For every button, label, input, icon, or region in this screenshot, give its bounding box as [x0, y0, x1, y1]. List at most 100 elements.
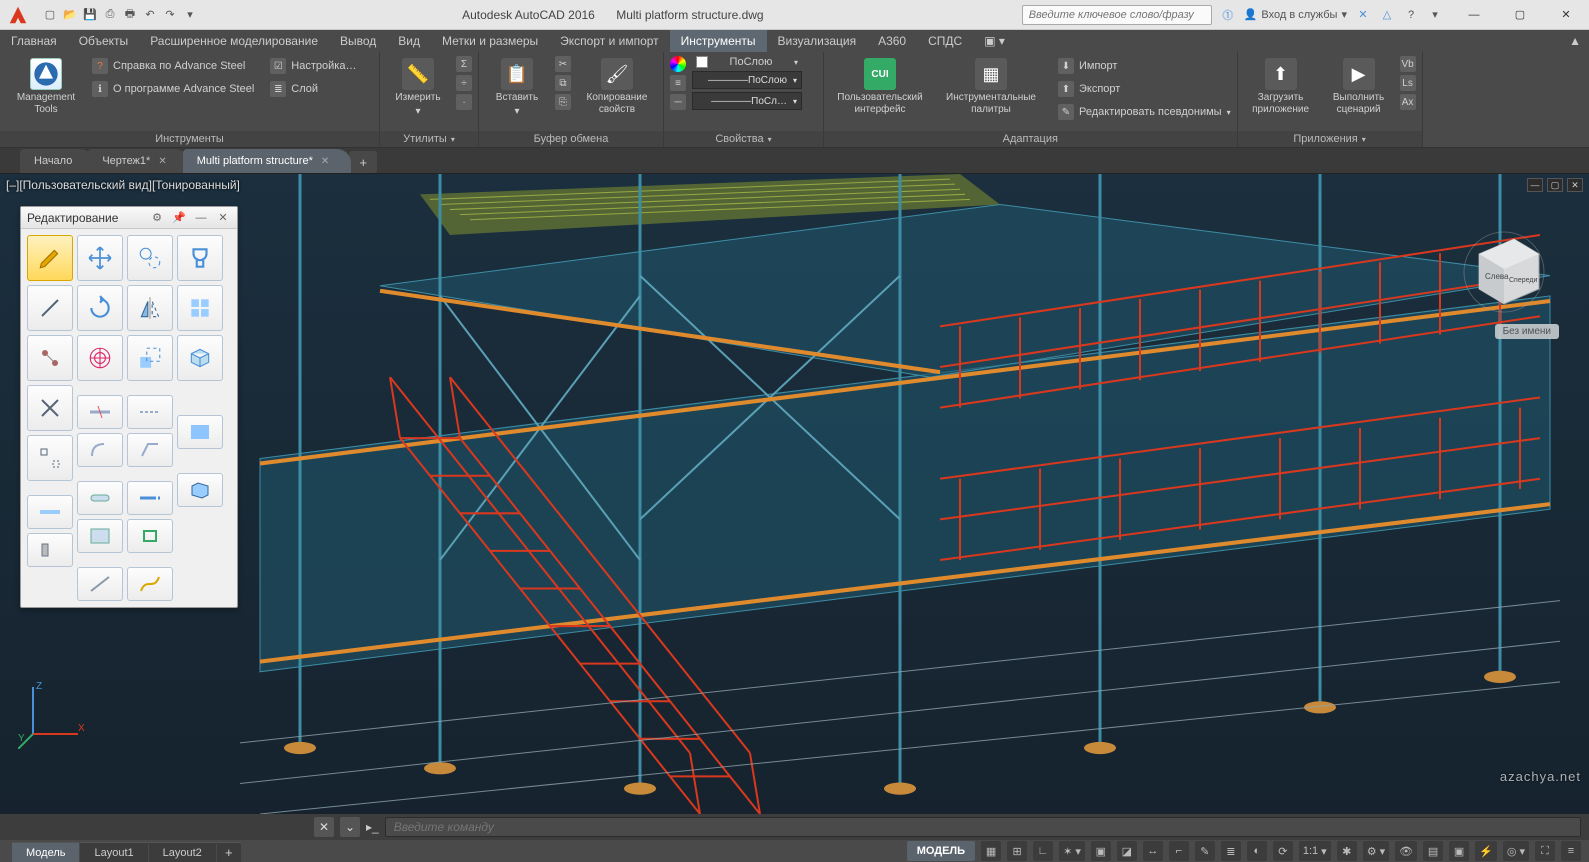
tab-spds[interactable]: СПДС [917, 30, 973, 52]
measure-button[interactable]: 📏 Измерить ▾ [386, 56, 450, 118]
hardware-accel-icon[interactable]: ⚡ [1475, 841, 1497, 861]
cmd-history-icon[interactable]: ⌄ [340, 817, 360, 837]
tab-main[interactable]: Главная [0, 30, 68, 52]
cut-beam-icon[interactable] [77, 395, 123, 429]
close-icon[interactable]: ✕ [321, 156, 329, 167]
panel-apps-label[interactable]: Приложения▾ [1238, 131, 1422, 147]
mirror-icon[interactable] [127, 285, 173, 331]
export-button[interactable]: ⬆ Экспорт [1058, 79, 1231, 99]
scale-icon[interactable] [127, 335, 173, 381]
lineweight-toggle-icon[interactable]: ≣ [1221, 841, 1241, 861]
viewcube[interactable]: Слева Спереди [1459, 224, 1549, 314]
copy-obj-icon[interactable] [127, 235, 173, 281]
dyninput-toggle-icon[interactable]: ✎ [1195, 841, 1215, 861]
tab-output[interactable]: Вывод [329, 30, 387, 52]
array-rect-icon[interactable] [27, 435, 73, 481]
trim-icon[interactable] [127, 395, 173, 429]
osnap-toggle-icon[interactable]: ▣ [1091, 841, 1111, 861]
section-icon[interactable] [27, 533, 73, 567]
slot-icon[interactable] [77, 481, 123, 515]
tab-a360[interactable]: A360 [867, 30, 917, 52]
model-canvas[interactable] [0, 174, 1589, 814]
quickcalc-icon[interactable]: ÷ [456, 75, 472, 91]
plate-icon[interactable] [77, 519, 123, 553]
units-icon[interactable]: ▤ [1423, 841, 1443, 861]
redo-icon[interactable]: ↷ [162, 7, 178, 23]
tab-advmodel[interactable]: Расширенное моделирование [139, 30, 329, 52]
settings-button[interactable]: ☑ Настройка… [270, 56, 356, 76]
cycle-toggle-icon[interactable]: ⟳ [1273, 841, 1293, 861]
modelspace-toggle[interactable]: МОДЕЛЬ [907, 841, 975, 861]
otrack-toggle-icon[interactable]: ↔ [1143, 841, 1163, 861]
window-minimize[interactable]: — [1451, 0, 1497, 30]
open-icon[interactable]: 📂 [62, 7, 78, 23]
viewport-close[interactable]: ✕ [1567, 178, 1583, 192]
isolate-icon[interactable]: ◎ ▾ [1503, 841, 1529, 861]
modify-tools-icon[interactable] [27, 285, 73, 331]
layout-tab-layout1[interactable]: Layout1 [80, 842, 147, 862]
copy-icon[interactable]: ⧉ [555, 75, 571, 91]
cui-button[interactable]: CUI Пользовательский интерфейс [830, 56, 930, 116]
annoscale-icon[interactable]: 1:1 ▾ [1299, 841, 1331, 861]
dynucs-toggle-icon[interactable]: ⌐ [1169, 841, 1189, 861]
viewport-maximize[interactable]: ▢ [1547, 178, 1563, 192]
viewport-label[interactable]: [–][Пользовательский вид][Тонированный] [6, 178, 240, 192]
file-tab-drawing1[interactable]: Чертеж1*✕ [88, 149, 188, 173]
cleanscreen-icon[interactable]: ⛶ [1535, 841, 1555, 861]
drawing-area[interactable]: [–][Пользовательский вид][Тонированный] … [0, 174, 1589, 814]
tube-profile-icon[interactable] [177, 235, 223, 281]
load-app-button[interactable]: ⬆ Загрузить приложение [1244, 56, 1318, 116]
file-tab-start[interactable]: Начало [20, 149, 94, 173]
layer-button[interactable]: ≣ Слой [270, 79, 356, 99]
pin-icon[interactable]: 📌 [171, 210, 187, 226]
polar-array-icon[interactable] [77, 335, 123, 381]
help-search[interactable] [1022, 5, 1212, 25]
saveas-icon[interactable]: ⎙ [102, 7, 118, 23]
cut-icon[interactable]: ✂ [555, 56, 571, 72]
transparency-toggle-icon[interactable]: ◐ [1247, 841, 1267, 861]
fillet-icon[interactable] [77, 433, 123, 467]
rotate-icon[interactable] [77, 285, 123, 331]
connection-icon[interactable] [27, 335, 73, 381]
tab-tools[interactable]: Инструменты [670, 30, 767, 52]
management-tools-button[interactable]: Management Tools [6, 56, 86, 116]
arx-icon[interactable]: Ax [1400, 94, 1416, 110]
edit-palette[interactable]: Редактирование ⚙ 📌 — ✕ [20, 206, 238, 608]
a360-icon[interactable]: △ [1379, 7, 1395, 23]
import-button[interactable]: ⬇ Импорт [1058, 56, 1231, 76]
palette-minimize-icon[interactable]: — [193, 210, 209, 226]
layout-tab-add[interactable]: + [217, 842, 241, 862]
edit-aliases-button[interactable]: ✎ Редактировать псевдонимы ▾ [1058, 102, 1231, 122]
annotation-monitor-icon[interactable]: 👁 [1395, 841, 1417, 861]
stretch-icon[interactable] [27, 385, 73, 431]
run-script-button[interactable]: ▶ Выполнить сценарий [1324, 56, 1394, 116]
close-icon[interactable]: ✕ [158, 156, 166, 167]
count-icon[interactable]: Σ [456, 56, 472, 72]
tab-view[interactable]: Вид [387, 30, 431, 52]
3dosnap-toggle-icon[interactable]: ◪ [1117, 841, 1137, 861]
signin-button[interactable]: 👤 Вход в службы ▾ [1244, 8, 1347, 21]
panel-blue-icon[interactable] [177, 415, 223, 449]
lineweight-dropdown[interactable]: ———— ПоСлою▾ [692, 71, 802, 89]
plot-icon[interactable]: 🖶 [122, 7, 138, 23]
cmd-close-icon[interactable]: ✕ [314, 817, 334, 837]
paste-special-icon[interactable]: ⎘ [555, 94, 571, 110]
snap-toggle-icon[interactable]: ⊞ [1007, 841, 1027, 861]
linetype-dropdown[interactable]: ———— ПоСл…▾ [692, 92, 802, 110]
ribbon-minimize-icon[interactable]: ▲ [1561, 30, 1589, 52]
grid-toggle-icon[interactable]: ▦ [981, 841, 1001, 861]
annotation-toggle-icon[interactable]: ✱ [1337, 841, 1357, 861]
help-dropdown-icon[interactable]: ▾ [1427, 7, 1443, 23]
box-3d-icon[interactable] [177, 335, 223, 381]
window-maximize[interactable]: ▢ [1497, 0, 1543, 30]
infocenter-icon[interactable]: ⓵ [1220, 7, 1236, 23]
trim-beam-icon[interactable] [27, 495, 73, 529]
color-wheel-icon[interactable] [670, 56, 686, 72]
extend-beam-icon[interactable] [127, 481, 173, 515]
gear-icon[interactable]: ⚙ [149, 210, 165, 226]
tab-visual[interactable]: Визуализация [767, 30, 868, 52]
unnamed-view-label[interactable]: Без имени [1495, 324, 1559, 339]
polyline-icon[interactable] [127, 567, 173, 601]
grid-icon[interactable] [177, 285, 223, 331]
qat-dropdown-icon[interactable]: ▾ [182, 7, 198, 23]
